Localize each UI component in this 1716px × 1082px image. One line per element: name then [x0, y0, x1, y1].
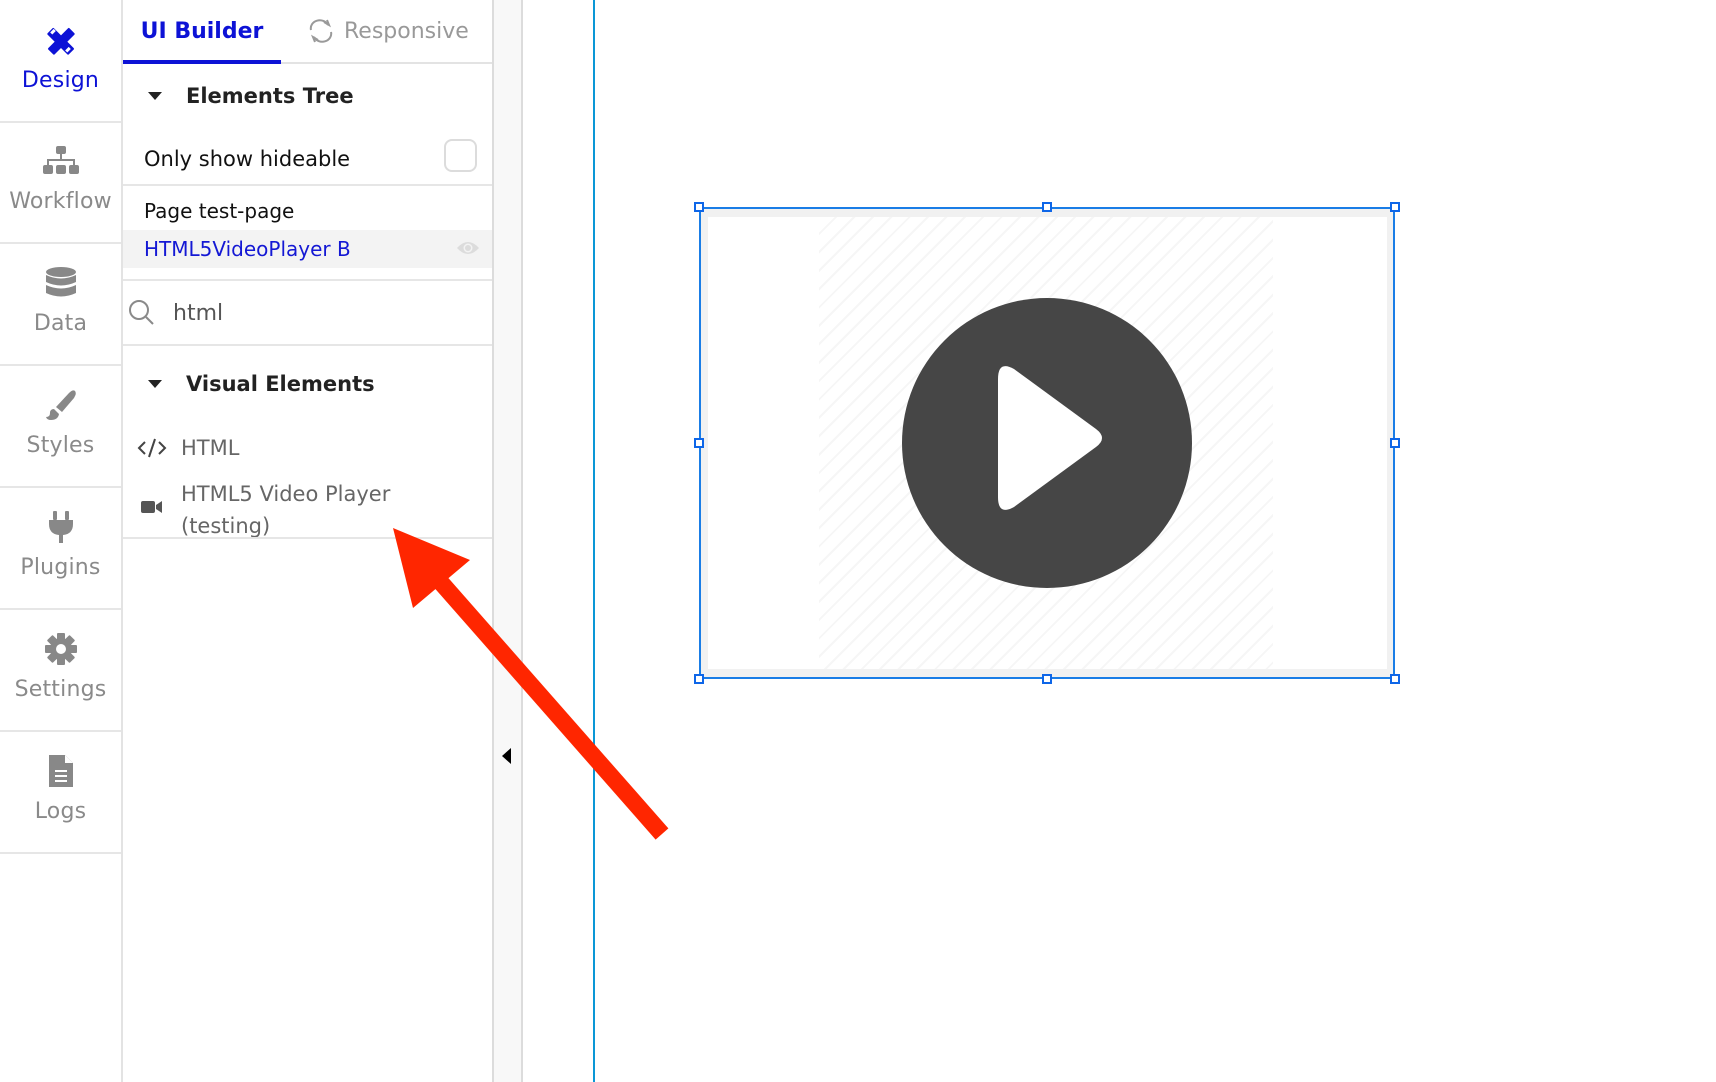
- element-item-html[interactable]: HTML: [123, 430, 492, 466]
- element-item-label-line2: (testing): [181, 514, 271, 538]
- tab-label: UI Builder: [140, 18, 264, 44]
- sidebar-item-workflow[interactable]: Workflow: [0, 121, 121, 244]
- sidebar-label: Styles: [26, 433, 95, 458]
- document-icon: [41, 753, 81, 789]
- caret-down-icon: [148, 380, 162, 388]
- element-item-label: HTML5 Video Player (testing): [181, 478, 390, 542]
- only-show-hideable-row: Only show hideable: [123, 136, 492, 182]
- sidebar-item-design[interactable]: Design: [0, 0, 121, 123]
- resize-handle-top-left[interactable]: [694, 202, 704, 212]
- sidebar-item-plugins[interactable]: Plugins: [0, 487, 121, 610]
- element-item-label-line1: HTML5 Video Player: [181, 482, 391, 506]
- sidebar-label: Logs: [34, 799, 87, 824]
- divider: [123, 279, 492, 281]
- panel-tabs: UI Builder Responsive: [123, 0, 492, 64]
- section-title: Visual Elements: [186, 372, 375, 396]
- sidebar-label: Data: [33, 311, 88, 336]
- design-icon: [41, 22, 81, 58]
- tree-page-label: Page test-page: [144, 199, 295, 223]
- section-title: Elements Tree: [186, 84, 354, 108]
- elements-tree-header[interactable]: Elements Tree: [123, 74, 492, 118]
- divider: [123, 537, 492, 539]
- element-search: [123, 282, 492, 344]
- resize-handle-bottom[interactable]: [1042, 674, 1052, 684]
- sidebar-label: Plugins: [20, 555, 101, 580]
- caret-down-icon: [148, 92, 162, 100]
- resize-handle-bottom-right[interactable]: [1390, 674, 1400, 684]
- sidebar-item-styles[interactable]: Styles: [0, 365, 121, 488]
- element-item-html5-video-player[interactable]: HTML5 Video Player (testing): [123, 478, 492, 538]
- visual-elements-header[interactable]: Visual Elements: [123, 362, 492, 406]
- workflow-icon: [41, 143, 81, 179]
- video-player-element[interactable]: [694, 202, 1400, 684]
- panel-collapse-strip: [494, 0, 523, 1082]
- search-icon: [127, 298, 157, 328]
- only-show-hideable-checkbox[interactable]: [444, 139, 477, 172]
- elements-panel: UI Builder Responsive Elements Tree Only…: [123, 0, 494, 1082]
- divider: [123, 184, 492, 186]
- resize-handle-top[interactable]: [1042, 202, 1052, 212]
- sidebar-item-logs[interactable]: Logs: [0, 731, 121, 854]
- divider: [123, 344, 492, 346]
- code-icon: [123, 436, 181, 460]
- search-input[interactable]: [171, 299, 455, 327]
- element-item-label: HTML: [181, 436, 240, 460]
- video-camera-icon: [123, 478, 181, 514]
- selection-outline: [699, 207, 1395, 679]
- gear-icon: [41, 631, 81, 667]
- sidebar-item-data[interactable]: Data: [0, 243, 121, 366]
- sidebar-label: Settings: [14, 677, 107, 702]
- resize-handle-top-right[interactable]: [1390, 202, 1400, 212]
- database-icon: [41, 265, 81, 301]
- sidebar-item-settings[interactable]: Settings: [0, 609, 121, 732]
- brush-icon: [41, 387, 81, 423]
- only-show-hideable-label: Only show hideable: [144, 147, 351, 171]
- resize-handle-right[interactable]: [1390, 438, 1400, 448]
- sidebar-label: Workflow: [9, 189, 112, 214]
- eye-icon[interactable]: [456, 240, 480, 260]
- tree-page-item[interactable]: Page test-page: [123, 193, 492, 229]
- resize-handle-left[interactable]: [694, 438, 704, 448]
- sidebar-label: Design: [21, 68, 100, 93]
- tab-label: Responsive: [344, 18, 469, 44]
- tab-responsive[interactable]: Responsive: [308, 0, 469, 62]
- resize-handle-bottom-left[interactable]: [694, 674, 704, 684]
- refresh-icon: [308, 19, 334, 43]
- tree-element-label: HTML5VideoPlayer B: [144, 237, 351, 261]
- tab-ui-builder[interactable]: UI Builder: [123, 0, 281, 64]
- app-sidebar: Design Workflow Data Styles Plugins Sett…: [0, 0, 123, 1082]
- plug-icon: [41, 509, 81, 545]
- collapse-panel-arrow-icon[interactable]: [502, 748, 511, 764]
- page-boundary-line: [593, 0, 595, 1082]
- tree-element-item-selected[interactable]: HTML5VideoPlayer B: [123, 230, 492, 268]
